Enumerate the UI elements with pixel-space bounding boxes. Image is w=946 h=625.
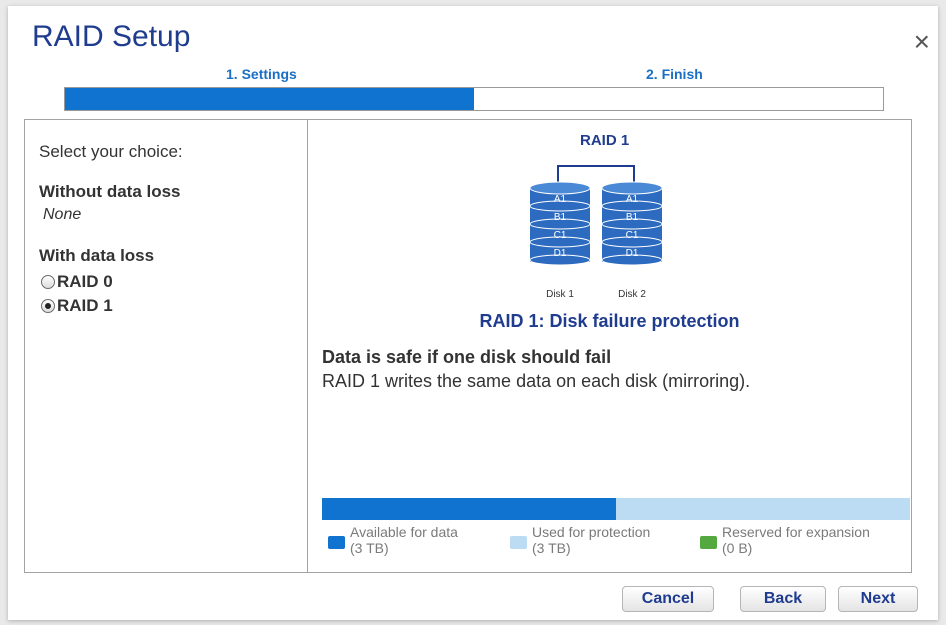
- legend-protection: Used for protection (3 TB): [510, 524, 650, 556]
- wizard-progress-fill: [65, 88, 474, 110]
- disk-block-label: C1: [626, 230, 639, 241]
- disk-block-label: D1: [554, 248, 567, 259]
- wizard-progress-bar: [64, 87, 884, 111]
- settings-panel: Select your choice: Without data loss No…: [24, 119, 912, 573]
- capacity-bar: [322, 498, 910, 520]
- radio-label: RAID 0: [57, 272, 113, 291]
- disk-block-label: B1: [554, 212, 567, 223]
- raid-headline: Data is safe if one disk should fail: [322, 347, 612, 367]
- disk-top: [530, 181, 591, 195]
- step-finish: 2. Finish: [646, 66, 703, 82]
- disk-block-label: D1: [626, 248, 639, 259]
- legend-value: (3 TB): [532, 540, 571, 556]
- radio-button[interactable]: [41, 275, 55, 289]
- raid-subtitle: RAID 1: Disk failure protection: [479, 311, 740, 331]
- choice-panel: Select your choice: Without data loss No…: [25, 120, 308, 572]
- disk-icon-1: A1 B1 C1 D1: [530, 181, 591, 266]
- legend-label: Reserved for expansion: [722, 524, 870, 540]
- step-settings: 1. Settings: [226, 66, 297, 82]
- back-button[interactable]: Back: [740, 586, 826, 612]
- disk-label-1: Disk 1: [546, 289, 574, 300]
- capacity-available-segment: [322, 498, 616, 520]
- legend-swatch-protection: [510, 536, 527, 549]
- disk-block-label: B1: [626, 212, 639, 223]
- disk-block-label: C1: [554, 230, 567, 241]
- legend-available: Available for data (3 TB): [328, 524, 458, 556]
- disk-top: [601, 181, 663, 195]
- group-with-data-loss: With data loss: [39, 246, 155, 265]
- raid-diagram-title: RAID 1: [580, 132, 630, 149]
- close-icon[interactable]: ×: [914, 28, 930, 56]
- choice-prompt: Select your choice:: [39, 142, 183, 161]
- next-button[interactable]: Next: [838, 586, 918, 612]
- radio-option-raid-0[interactable]: RAID 0: [41, 272, 113, 292]
- legend-value: (3 TB): [350, 540, 389, 556]
- legend-swatch-reserved: [700, 536, 717, 549]
- legend-value: (0 B): [722, 540, 753, 556]
- group-without-data-loss-none: None: [43, 206, 82, 223]
- disk-icon-2: A1 B1 C1 D1: [601, 181, 663, 266]
- disk-block-label: A1: [626, 194, 639, 205]
- raid-info-panel: RAID 1 A1 B1 C1 D1 A1 B1 C1 D1 Disk 1 Disk 2 R…: [308, 120, 911, 572]
- radio-label: RAID 1: [57, 296, 113, 315]
- legend-reserved: Reserved for expansion (0 B): [700, 524, 870, 556]
- group-without-data-loss: Without data loss: [39, 182, 181, 201]
- radio-button[interactable]: [41, 299, 55, 313]
- raid-description: RAID 1 writes the same data on each disk…: [322, 371, 751, 391]
- capacity-protection-segment: [616, 498, 910, 520]
- cancel-button[interactable]: Cancel: [622, 586, 714, 612]
- dialog-title: RAID Setup: [32, 20, 191, 53]
- legend-swatch-available: [328, 536, 345, 549]
- radio-option-raid-1[interactable]: RAID 1: [41, 296, 113, 316]
- disk-block-label: A1: [554, 194, 567, 205]
- legend-label: Available for data: [350, 524, 458, 540]
- disk-label-2: Disk 2: [618, 289, 646, 300]
- legend-label: Used for protection: [532, 524, 651, 540]
- raid-mirror-diagram: A1 B1 C1 D1 A1 B1 C1 D1 Disk 1 Disk 2: [530, 165, 663, 300]
